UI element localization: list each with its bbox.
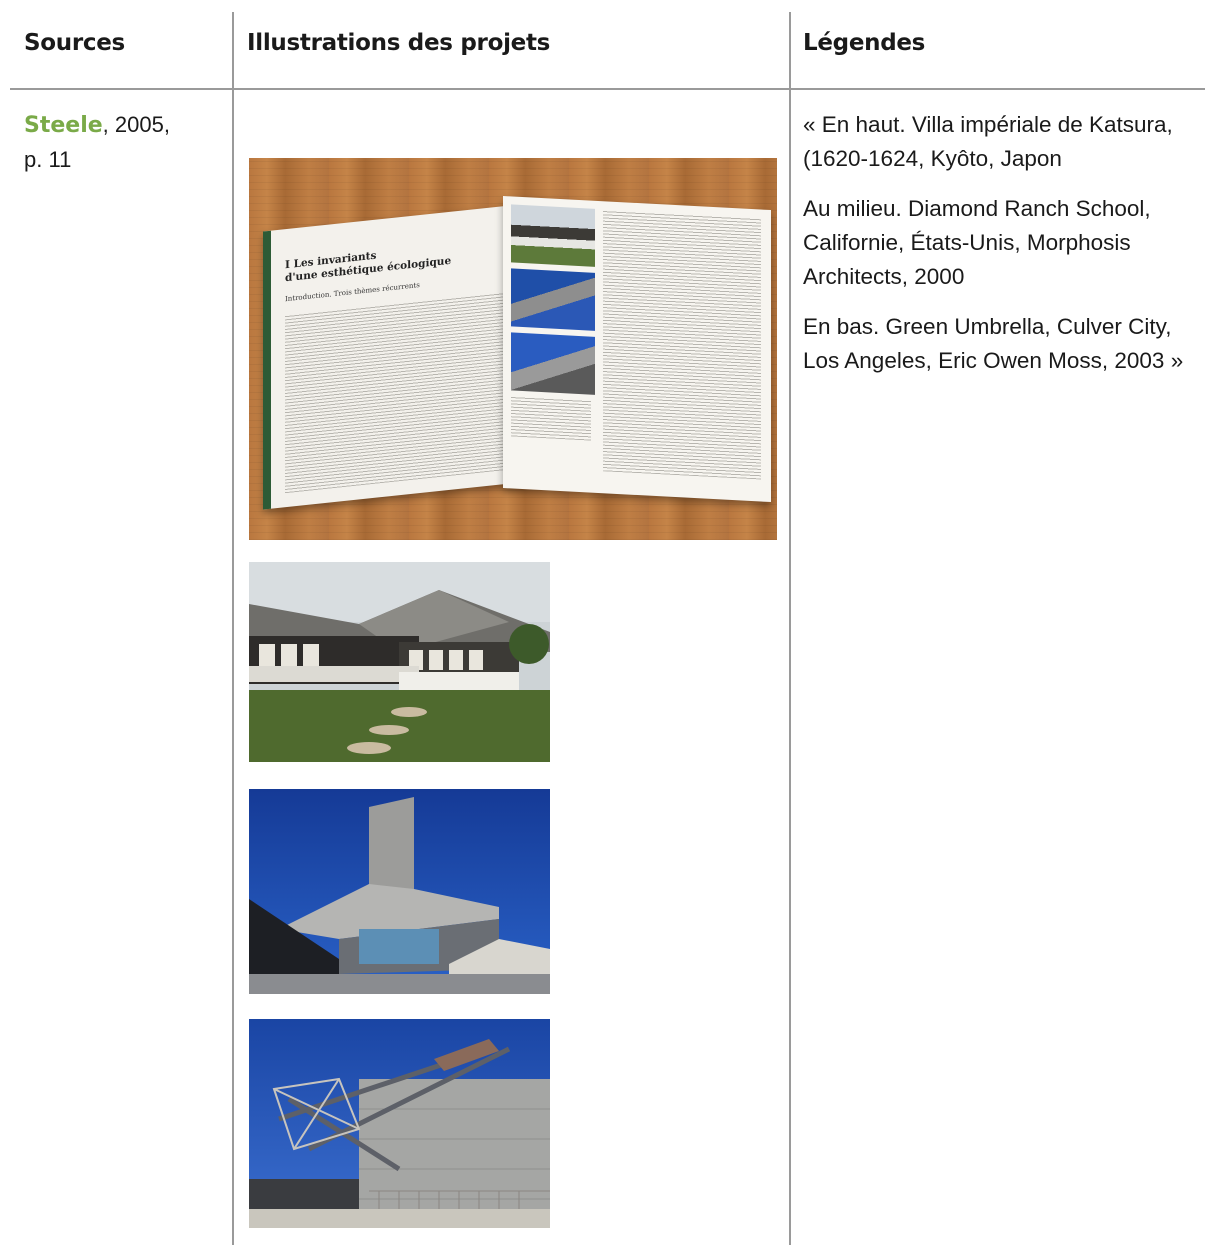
- source-author-link[interactable]: Steele: [24, 113, 103, 138]
- column-divider-2: [789, 12, 791, 1245]
- header-illustrations: Illustrations des projets: [247, 30, 551, 56]
- book-left-page: I Les invariants d'une esthétique écolog…: [263, 204, 525, 510]
- book-right-page: [503, 196, 771, 503]
- legend-top: « En haut. Villa impériale de Katsura, (…: [803, 112, 1173, 171]
- book-subtitle: Introduction. Trois thèmes récurrents: [285, 281, 420, 304]
- source-cell: Steele, 2005, p. 11: [24, 108, 170, 177]
- header-sources: Sources: [24, 30, 125, 56]
- legend-middle: Au milieu. Diamond Ranch School, Califor…: [803, 196, 1151, 289]
- book-photo: I Les invariants d'une esthétique écolog…: [249, 158, 777, 540]
- source-page: p. 11: [24, 147, 72, 172]
- photo-diamond-ranch-school: [249, 789, 550, 994]
- source-year: , 2005,: [102, 112, 170, 137]
- column-divider-1: [232, 12, 234, 1245]
- book-chapter-title: I Les invariants d'une esthétique écolog…: [285, 249, 452, 285]
- header-divider: [10, 88, 1205, 90]
- legend-bottom: En bas. Green Umbrella, Culver City, Los…: [803, 314, 1184, 373]
- legend-cell: « En haut. Villa impériale de Katsura, (…: [803, 108, 1203, 394]
- photo-katsura-villa: [249, 562, 550, 762]
- photo-green-umbrella: [249, 1019, 550, 1228]
- header-legendes: Légendes: [803, 30, 926, 56]
